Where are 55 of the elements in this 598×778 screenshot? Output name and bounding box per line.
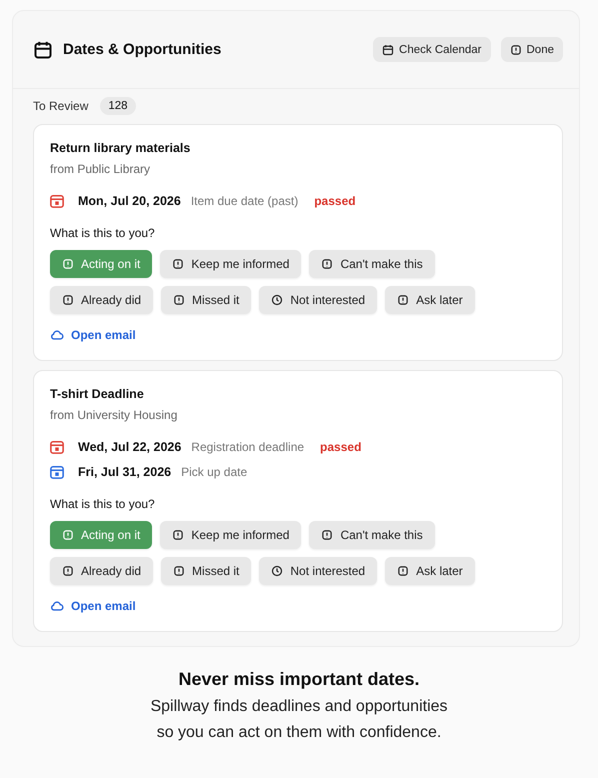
status-label: passed [320,440,362,454]
response-button[interactable]: Ask later [385,557,475,585]
status-label: passed [314,194,356,208]
badge-icon [172,258,184,270]
review-label: To Review [33,99,88,113]
badge-icon [62,529,74,541]
badge-icon [62,565,74,577]
response-button[interactable]: Keep me informed [160,250,302,278]
item-title: Return library materials [50,141,192,155]
open-email-link[interactable]: Open email [50,328,136,342]
panel-title: Dates & Opportunities [63,41,222,58]
response-button[interactable]: Missed it [161,557,252,585]
clock-icon [271,294,284,306]
response-button[interactable]: Not interested [259,557,378,585]
date-text: Mon, Jul 20, 2026 [78,194,181,208]
badge-icon [397,294,410,306]
footer-headline: Never miss important dates. [178,669,420,690]
badge-icon [173,294,186,306]
check-calendar-button[interactable]: Check Calendar [373,37,490,62]
response-button[interactable]: Missed it [161,286,252,314]
response-button[interactable]: Ask later [385,286,475,314]
calendar-icon [33,40,53,60]
response-button[interactable]: Can't make this [309,250,435,278]
response-button[interactable]: Already did [50,286,154,314]
calendar-icon [382,44,394,56]
question-text: What is this to you? [50,497,156,511]
response-button[interactable]: Keep me informed [160,521,302,549]
date-text: Fri, Jul 31, 2026 [78,465,172,479]
footer-text: Spillway finds deadlines and opportunities [150,698,448,716]
response-button[interactable]: Already did [50,557,154,585]
item-source: from University Housing [50,408,178,422]
square-icon [510,44,522,56]
cloud-icon [50,328,64,342]
open-email-link[interactable]: Open email [50,599,136,613]
date-text: Wed, Jul 22, 2026 [78,440,182,454]
badge-icon [397,565,410,577]
footer-text: so you can act on them with confidence. [156,724,442,742]
date-description: Registration deadline [191,440,304,454]
badge-icon [172,529,184,541]
review-count: 128 [100,97,136,115]
date-description: Pick up date [181,465,248,479]
badge-icon [62,258,74,270]
response-button[interactable]: Can't make this [309,521,435,549]
badge-icon [62,294,74,306]
cloud-icon [50,599,64,613]
clock-icon [271,565,284,577]
date-description: Item due date (past) [190,194,298,208]
item-title: T-shirt Deadline [50,387,145,401]
badge-icon [173,565,186,577]
done-button[interactable]: Done [500,37,563,62]
response-button[interactable]: Not interested [259,286,378,314]
badge-icon [321,529,334,541]
question-text: What is this to you? [50,226,156,240]
badge-icon [321,258,334,270]
item-source: from Public Library [50,162,152,176]
